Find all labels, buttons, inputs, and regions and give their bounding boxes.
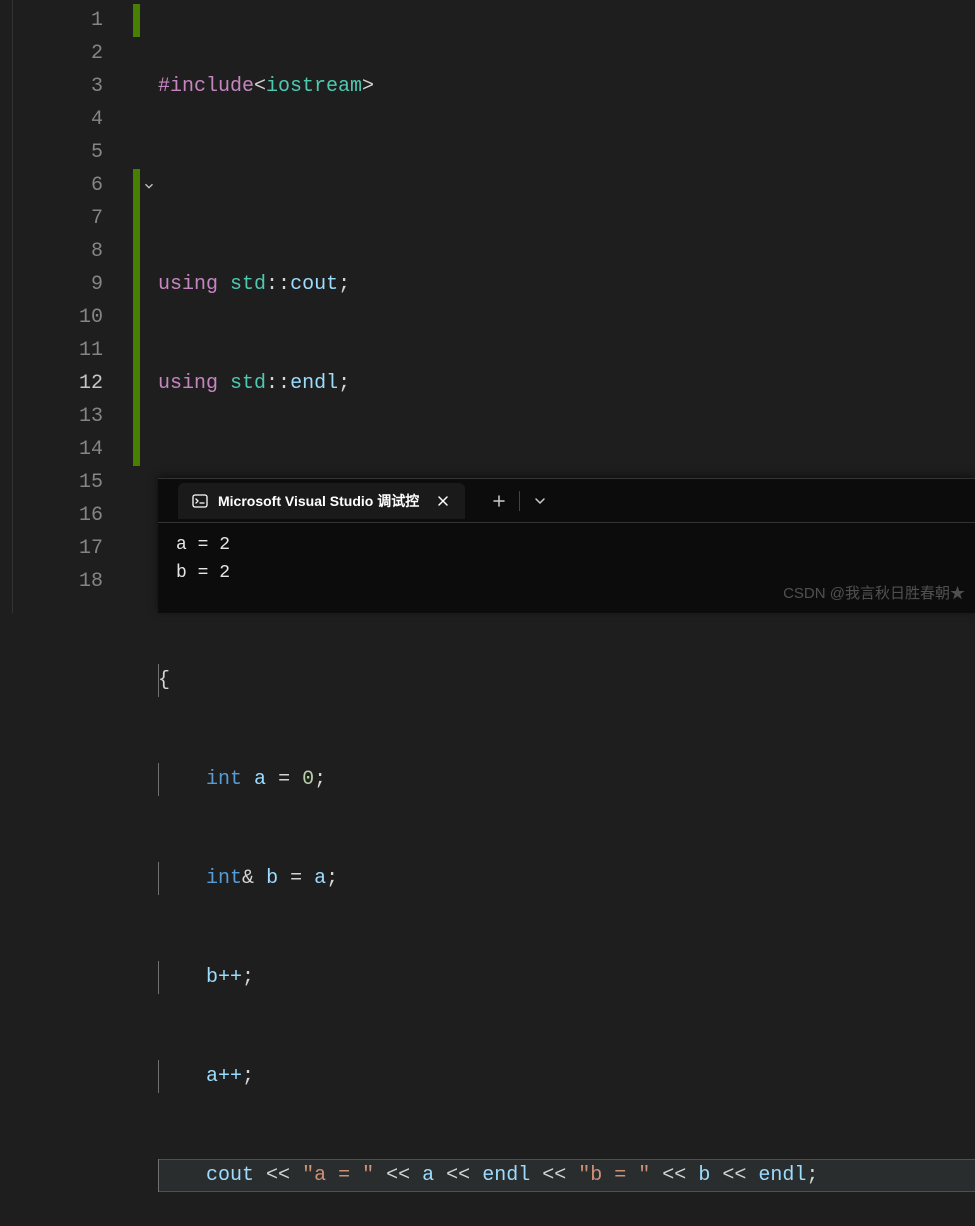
console-line: b = 2	[176, 559, 957, 587]
code-line-current[interactable]: cout << "a = " << a << endl << "b = " <<…	[158, 1159, 975, 1192]
line-number-current: 12	[13, 367, 103, 400]
close-icon	[437, 495, 449, 507]
tab-dropdown-button[interactable]	[524, 485, 556, 517]
line-number: 2	[13, 37, 103, 70]
code-line[interactable]: b++;	[158, 961, 975, 994]
console-line: a = 2	[176, 531, 957, 559]
debug-console-tab[interactable]: Microsoft Visual Studio 调试控	[178, 483, 465, 519]
line-number: 16	[13, 499, 103, 532]
code-line[interactable]: int& b = a;	[158, 862, 975, 895]
close-tab-button[interactable]	[435, 493, 451, 509]
line-number: 13	[13, 400, 103, 433]
code-line[interactable]: using std::cout;	[158, 268, 975, 301]
line-number: 1	[13, 4, 103, 37]
line-number: 11	[13, 334, 103, 367]
line-number: 3	[13, 70, 103, 103]
code-line[interactable]: a++;	[158, 1060, 975, 1093]
line-number: 15	[13, 466, 103, 499]
line-number-gutter[interactable]: 1 2 3 4 5 6 7 8 9 10 11 12 13 14 15 16 1…	[13, 0, 133, 613]
line-number: 8	[13, 235, 103, 268]
line-number: 4	[13, 103, 103, 136]
chevron-down-icon	[533, 494, 547, 508]
line-number: 6	[13, 169, 103, 202]
modification-bar	[133, 0, 140, 613]
code-line[interactable]: #include<iostream>	[158, 70, 975, 103]
debug-tab-title: Microsoft Visual Studio 调试控	[218, 491, 419, 511]
debug-tabbar: Microsoft Visual Studio 调试控	[158, 479, 975, 523]
line-number: 7	[13, 202, 103, 235]
divider	[519, 491, 520, 511]
debug-tabbar-actions	[483, 485, 556, 517]
line-number: 9	[13, 268, 103, 301]
left-scrollbar[interactable]	[0, 0, 13, 613]
new-tab-button[interactable]	[483, 485, 515, 517]
chevron-down-icon	[142, 179, 156, 193]
code-line[interactable]	[158, 169, 975, 202]
debug-console-panel: Microsoft Visual Studio 调试控 a = 2 b = 2	[158, 478, 975, 613]
line-number: 18	[13, 565, 103, 598]
fold-column	[140, 0, 158, 613]
code-line[interactable]: using std::endl;	[158, 367, 975, 400]
line-number: 10	[13, 301, 103, 334]
plus-icon	[492, 494, 506, 508]
terminal-icon	[192, 493, 208, 509]
line-number: 14	[13, 433, 103, 466]
code-line[interactable]: {	[158, 664, 975, 697]
code-line[interactable]: int a = 0;	[158, 763, 975, 796]
line-number: 5	[13, 136, 103, 169]
line-number: 17	[13, 532, 103, 565]
debug-console-output[interactable]: a = 2 b = 2	[158, 523, 975, 595]
fold-toggle[interactable]	[140, 169, 158, 202]
